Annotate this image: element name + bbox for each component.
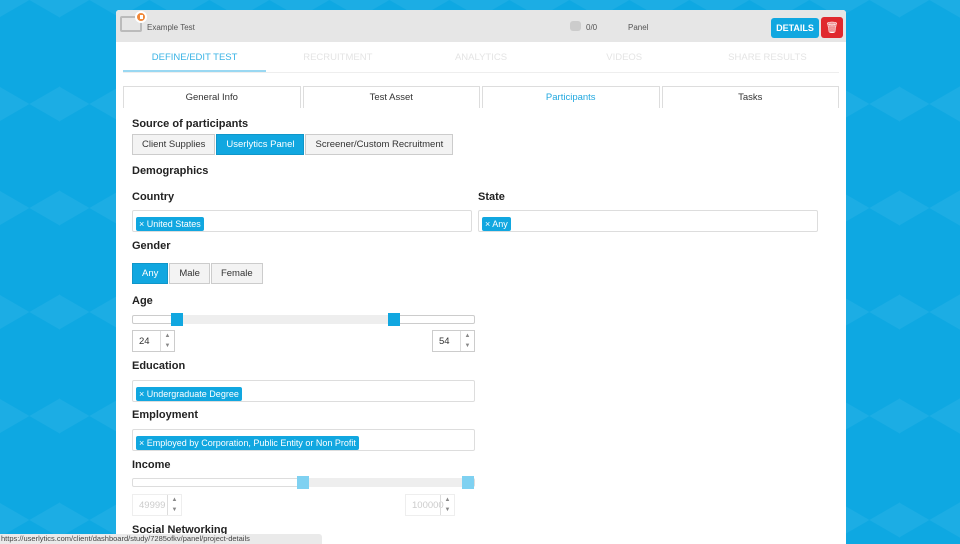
study-header: Example Test 0/0 Panel DETAILS 🗑 [116,10,846,42]
country-select[interactable]: × United States [132,210,472,232]
income-slider[interactable] [132,476,475,489]
age-min-handle[interactable] [170,313,183,326]
age-label: Age [132,295,153,307]
participant-count: 0/0 [586,23,598,32]
employment-label: Employment [132,409,199,421]
state-select[interactable]: × Any [478,210,818,232]
subtab-participants[interactable]: Participants [482,86,660,108]
gender-female[interactable]: Female [210,263,263,284]
age-max-input[interactable]: 54 ▲ ▼ [432,330,475,352]
income-max-handle[interactable] [462,476,474,489]
income-label: Income [132,459,171,471]
tab-recruitment[interactable]: RECRUITMENT [266,44,409,72]
main-tabs: DEFINE/EDIT TEST RECRUITMENT ANALYTICS V… [123,44,839,73]
age-max-handle[interactable] [388,313,401,326]
study-title: Example Test [147,23,195,32]
tab-videos[interactable]: VIDEOS [553,44,696,72]
gender-label: Gender [132,240,171,252]
income-max-input[interactable]: 100000 ▲ ▼ [405,494,455,516]
income-min-value: 49999 [139,500,166,511]
employment-tag-label: Employed by Corporation, Public Entity o… [146,438,356,448]
subtab-general-info[interactable]: General Info [123,86,301,108]
trash-icon: 🗑 [825,22,839,34]
education-tag[interactable]: × Undergraduate Degree [136,387,242,401]
record-icon [135,11,147,23]
state-label: State [478,191,505,203]
gender-options: Any Male Female [132,263,264,284]
stepper-icon[interactable]: ▲ ▼ [160,331,174,351]
education-select[interactable]: × Undergraduate Degree [132,380,475,402]
sub-tabs: General Info Test Asset Participants Tas… [123,86,839,108]
age-max-value: 54 [439,336,450,347]
income-min-input[interactable]: 49999 ▲ ▼ [132,494,182,516]
status-bar-url: https://userlytics.com/client/dashboard/… [0,534,322,544]
employment-tag[interactable]: × Employed by Corporation, Public Entity… [136,436,359,450]
source-options: Client Supplies Userlytics Panel Screener/… [132,134,454,155]
stepper-icon[interactable]: ▲ ▼ [460,331,474,351]
country-label: Country [132,191,175,203]
state-tag-label: Any [492,219,508,229]
source-screener-custom[interactable]: Screener/Custom Recruitment [305,134,454,155]
source-client-supplies[interactable]: Client Supplies [132,134,216,155]
income-min-handle[interactable] [297,476,310,489]
country-tag[interactable]: × United States [136,217,204,231]
delete-button[interactable]: 🗑 [821,17,843,38]
age-min-value: 24 [139,336,150,347]
tab-define-edit-test[interactable]: DEFINE/EDIT TEST [123,44,267,72]
stepper-icon[interactable]: ▲ ▼ [167,495,181,515]
education-tag-label: Undergraduate Degree [146,389,239,399]
age-slider[interactable] [132,313,475,326]
participants-icon [570,21,581,31]
details-button[interactable]: DETAILS [771,18,819,38]
source-userlytics-panel[interactable]: Userlytics Panel [216,134,305,155]
state-tag[interactable]: × Any [482,217,511,231]
source-label: Source of participants [132,118,249,130]
tab-share-results[interactable]: SHARE RESULTS [696,44,839,72]
country-tag-label: United States [146,219,201,229]
gender-male[interactable]: Male [169,263,210,284]
subtab-tasks[interactable]: Tasks [661,86,839,108]
age-min-input[interactable]: 24 ▲ ▼ [132,330,175,352]
education-label: Education [132,360,186,372]
gender-any[interactable]: Any [132,263,169,284]
study-type: Panel [628,23,649,32]
study-panel: Example Test 0/0 Panel DETAILS 🗑 DEFINE/… [116,10,846,544]
employment-select[interactable]: × Employed by Corporation, Public Entity… [132,429,475,451]
income-max-value: 100000 [412,500,444,511]
subtab-test-asset[interactable]: Test Asset [302,86,480,108]
demographics-heading: Demographics [132,165,209,177]
stepper-icon[interactable]: ▲ ▼ [440,495,454,515]
tab-analytics[interactable]: ANALYTICS [409,44,552,72]
